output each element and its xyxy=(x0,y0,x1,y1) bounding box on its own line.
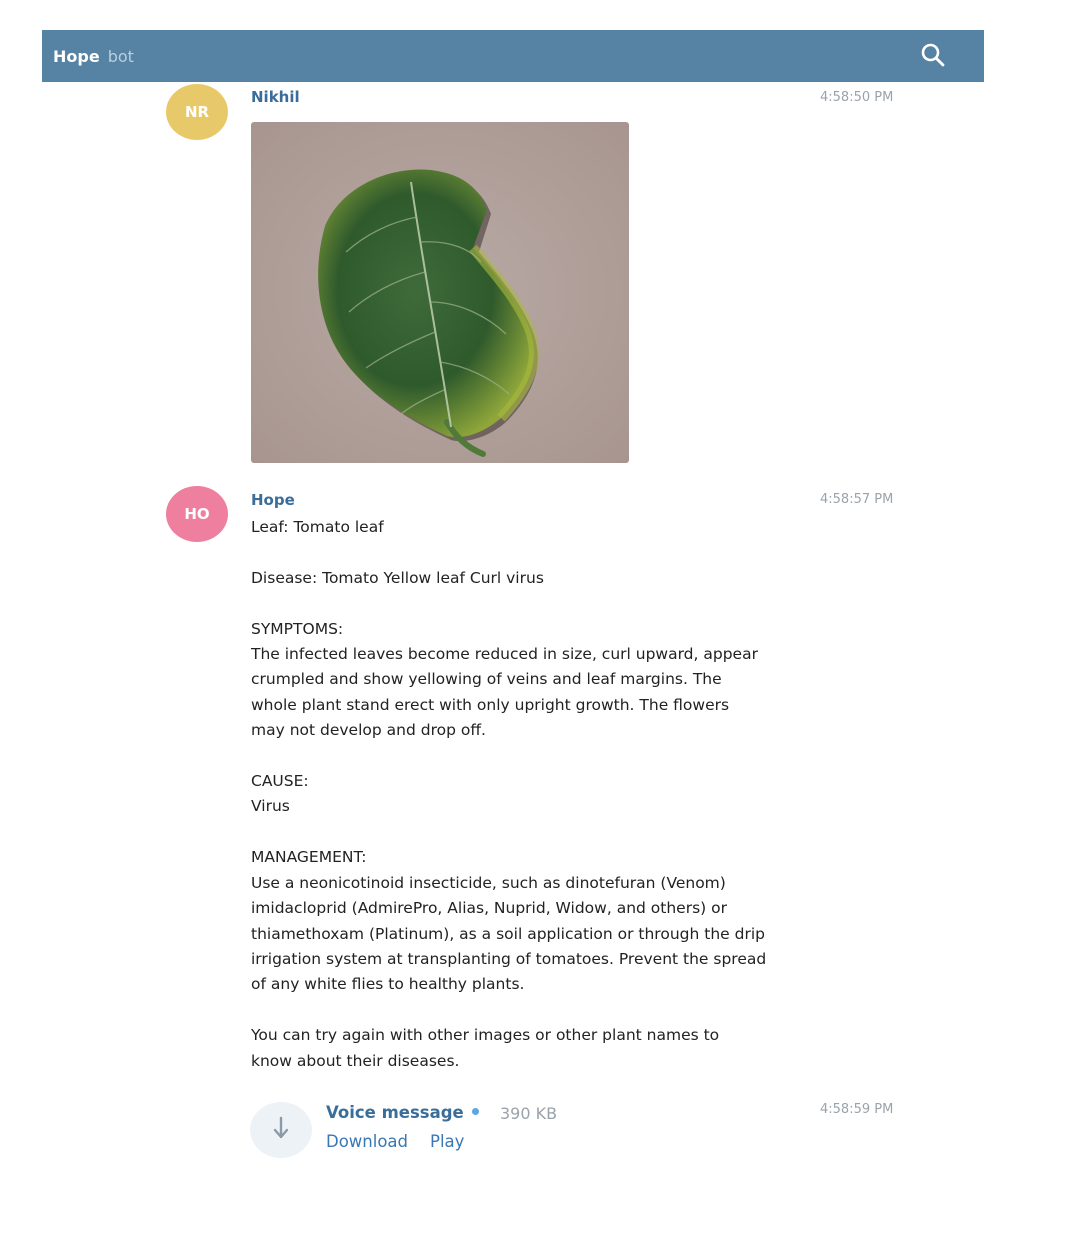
message-author[interactable]: Hope xyxy=(251,491,295,509)
message-time: 4:58:57 PM xyxy=(820,492,894,507)
message-time: 4:58:50 PM xyxy=(820,90,894,105)
avatar[interactable]: HO xyxy=(166,486,228,542)
voice-message-title[interactable]: Voice message xyxy=(326,1103,479,1122)
message-time: 4:58:59 PM xyxy=(820,1102,894,1117)
message-author[interactable]: Nikhil xyxy=(251,88,300,106)
message-text: Leaf: Tomato leaf Disease: Tomato Yellow… xyxy=(251,518,767,1070)
leaf-photo[interactable] xyxy=(251,122,629,463)
search-icon[interactable] xyxy=(920,42,946,68)
download-voice-button[interactable] xyxy=(250,1102,312,1158)
voice-file-size: 390 KB xyxy=(500,1104,558,1123)
chat-title[interactable]: Hope xyxy=(53,47,100,66)
unread-dot-icon xyxy=(471,1108,479,1115)
play-link[interactable]: Play xyxy=(430,1132,464,1151)
arrow-down-icon xyxy=(271,1115,291,1145)
avatar[interactable]: NR xyxy=(166,84,228,140)
chat-header: Hope bot xyxy=(42,30,984,82)
download-link[interactable]: Download xyxy=(326,1132,408,1151)
chat-subtitle: bot xyxy=(107,46,134,66)
